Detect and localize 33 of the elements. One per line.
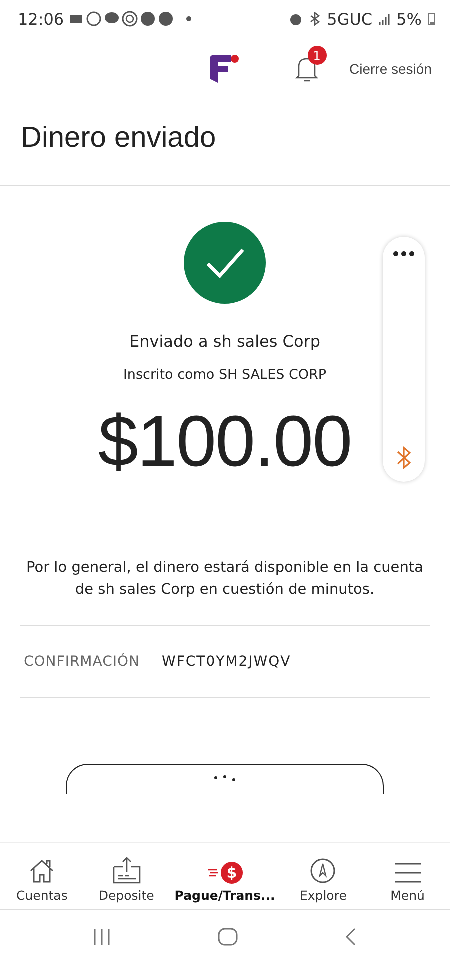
nav-tab[interactable]: Cuentas — [0, 843, 84, 909]
success-check-icon — [184, 222, 266, 304]
bluetooth-icon[interactable] — [396, 446, 412, 470]
page-title: Dinero enviado — [0, 100, 450, 186]
more-button[interactable] — [66, 764, 384, 794]
status-time: 12:06 — [18, 10, 64, 28]
battery-percent: 5% — [396, 10, 422, 28]
nav-tab[interactable]: Deposite — [84, 843, 169, 909]
confirmation-code: WFCT0YM2JWQV — [162, 654, 292, 670]
logout-link[interactable]: Cierre sesión — [350, 61, 432, 77]
deposit-icon — [112, 856, 141, 884]
nav-tab[interactable]: Explore — [281, 843, 366, 909]
battery-icon — [428, 12, 436, 26]
back-icon[interactable] — [344, 926, 358, 946]
network-label: 5GUC — [327, 10, 373, 28]
signal-icon — [378, 13, 391, 25]
availability-note: Por lo general, el dinero estará disponible en la cuenta de sh sales Corp en cuestión de minutos. — [26, 559, 424, 600]
home-button-icon[interactable] — [216, 926, 239, 946]
amount-text: $100.00 — [98, 401, 352, 483]
recipient-text: Enviado a sh sales Corp — [130, 332, 320, 351]
recent-apps-icon[interactable] — [92, 928, 112, 946]
bluetooth-icon — [309, 12, 322, 26]
confirmation-label: CONFIRMACIÓN — [24, 654, 140, 670]
nav-tab[interactable]: Menú — [366, 843, 450, 909]
home-icon — [28, 858, 56, 884]
menu-icon — [394, 862, 422, 884]
dots-icon — [213, 775, 237, 781]
registered-name: Inscrito como SH SALES CORP — [123, 367, 327, 383]
dot-icon — [186, 16, 192, 22]
compass-icon — [310, 858, 336, 884]
more-icon[interactable] — [393, 251, 415, 257]
nav-tab[interactable]: $ Pague/Trans... — [168, 843, 282, 909]
notification-badge: 1 — [308, 46, 327, 65]
